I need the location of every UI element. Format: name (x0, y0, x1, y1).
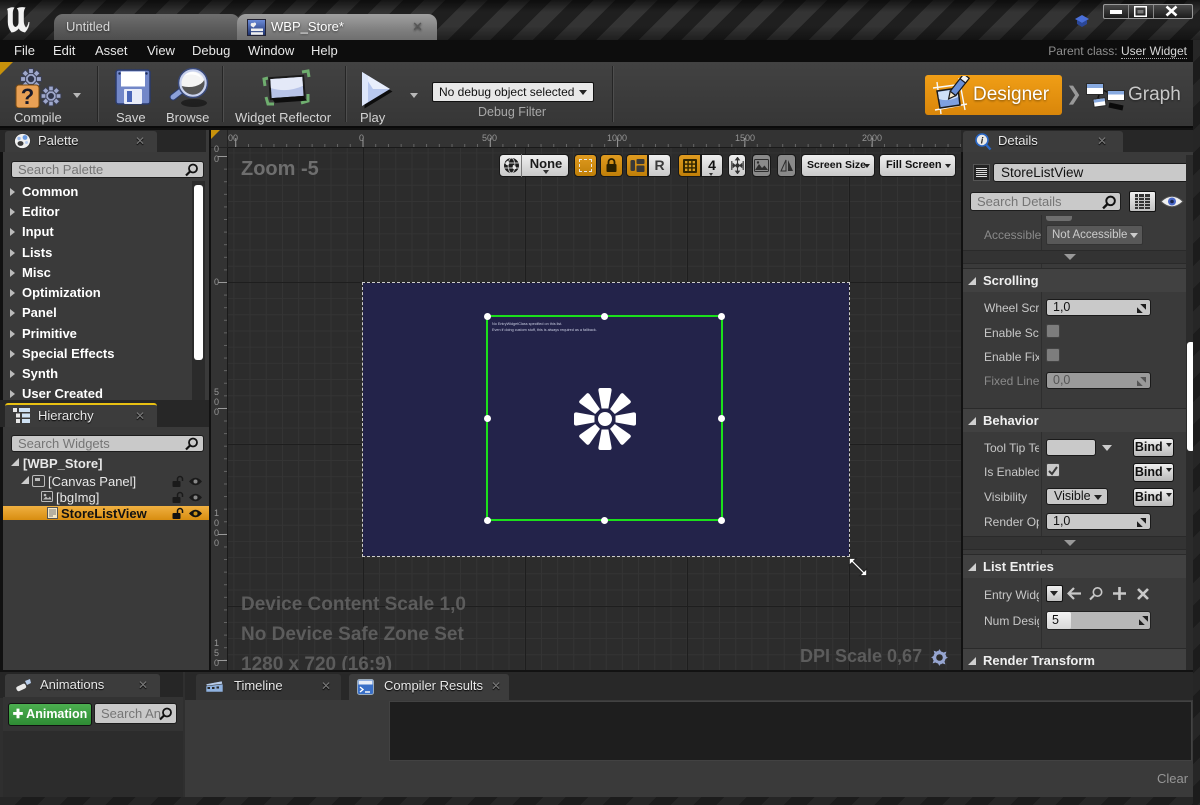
svg-text:?: ? (21, 84, 34, 108)
